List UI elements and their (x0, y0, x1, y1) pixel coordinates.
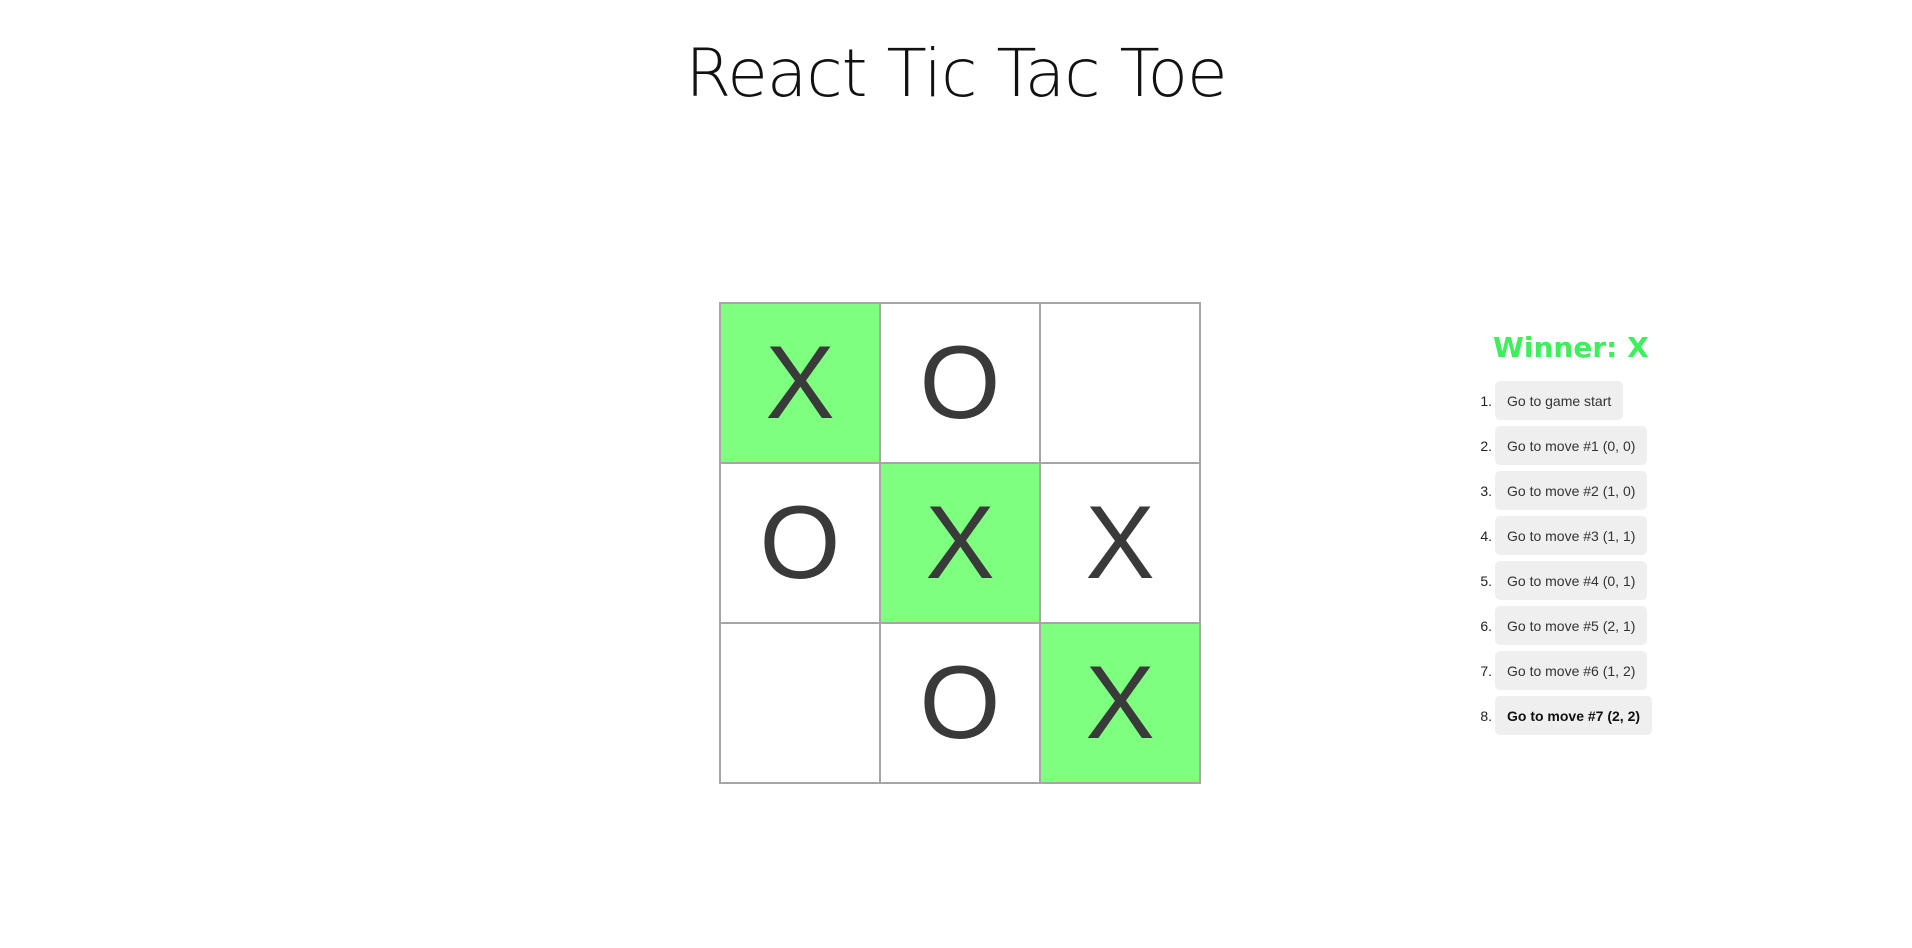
page-title: React Tic Tac Toe (685, 35, 1227, 112)
move-history-item: 1. Go to game start (1474, 378, 1734, 423)
move-history-item: 5. Go to move #4 (0, 1) (1474, 558, 1734, 603)
square-2[interactable] (1039, 302, 1201, 464)
jump-to-move-button[interactable]: Go to move #5 (2, 1) (1495, 606, 1648, 645)
move-number: 8. (1480, 707, 1492, 724)
move-number: 7. (1480, 662, 1492, 679)
move-number: 6. (1480, 617, 1492, 634)
winner-status: Winner: X (1493, 331, 1649, 364)
square-5[interactable]: X (1039, 462, 1201, 624)
square-1[interactable]: O (879, 302, 1041, 464)
move-history-item: 7. Go to move #6 (1, 2) (1474, 648, 1734, 693)
jump-to-move-button[interactable]: Go to game start (1495, 381, 1624, 420)
square-6[interactable] (719, 622, 881, 784)
move-history-item: 6. Go to move #5 (2, 1) (1474, 603, 1734, 648)
game-info: Winner: X 1. Go to game start 2. Go to m… (1474, 328, 1734, 738)
game-board: X O O X X O X (719, 302, 1201, 784)
square-3[interactable]: O (719, 462, 881, 624)
jump-to-move-button[interactable]: Go to move #1 (0, 0) (1495, 426, 1648, 465)
move-number: 5. (1480, 572, 1492, 589)
move-history-list: 1. Go to game start 2. Go to move #1 (0,… (1474, 378, 1734, 738)
square-0[interactable]: X (719, 302, 881, 464)
square-8[interactable]: X (1039, 622, 1201, 784)
jump-to-move-button[interactable]: Go to move #2 (1, 0) (1495, 471, 1648, 510)
square-7[interactable]: O (879, 622, 1041, 784)
move-history-item: 4. Go to move #3 (1, 1) (1474, 513, 1734, 558)
move-history-item: 8. Go to move #7 (2, 2) (1474, 693, 1734, 738)
move-history-item: 2. Go to move #1 (0, 0) (1474, 423, 1734, 468)
square-4[interactable]: X (879, 462, 1041, 624)
jump-to-move-button[interactable]: Go to move #6 (1, 2) (1495, 651, 1648, 690)
jump-to-move-button[interactable]: Go to move #4 (0, 1) (1495, 561, 1648, 600)
move-number: 2. (1480, 437, 1492, 454)
move-number: 1. (1480, 392, 1492, 409)
move-number: 4. (1480, 527, 1492, 544)
move-number: 3. (1480, 482, 1492, 499)
page: React Tic Tac Toe X O O X X O X Winner: … (0, 0, 1912, 948)
jump-to-move-button[interactable]: Go to move #7 (2, 2) (1495, 696, 1653, 735)
move-history-item: 3. Go to move #2 (1, 0) (1474, 468, 1734, 513)
jump-to-move-button[interactable]: Go to move #3 (1, 1) (1495, 516, 1648, 555)
